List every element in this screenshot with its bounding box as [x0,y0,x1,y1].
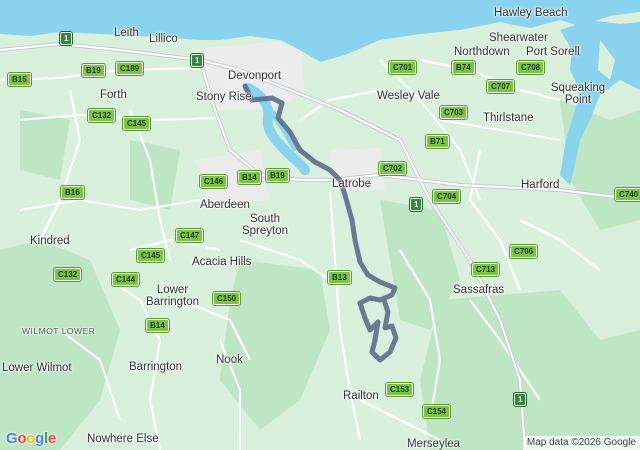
route-shield-c713: C713 [472,263,500,276]
place-squeaking-point: Squeaking Point [550,82,606,106]
route-shield-c189: C189 [116,62,144,75]
place-sassafras: Sassafras [453,284,505,296]
place-shearwater: Shearwater [489,32,548,44]
route-shield-b14: B14 [146,319,169,332]
map-canvas[interactable]: Hawley Beach Leith Lillico Shearwater No… [0,0,640,450]
place-wesley-vale: Wesley Vale [377,90,440,102]
route-shield-b15: B15 [8,73,31,86]
route-shield-c153: C153 [386,383,414,396]
route-shield-c703: C703 [440,106,468,119]
route-shield-c145: C145 [123,117,151,130]
route-shield-c704: C704 [433,190,461,203]
route-shield-c132: C132 [88,109,116,122]
place-hawley-beach: Hawley Beach [494,7,568,19]
route-shield-b16: B16 [61,186,84,199]
place-lower-barrington: Lower Barrington [145,284,200,308]
route-shield-1: 1 [60,32,73,45]
place-barrington: Barrington [129,361,183,373]
place-acacia-hills: Acacia Hills [192,256,252,268]
route-shield-c702: C702 [379,162,407,175]
place-forth: Forth [100,89,127,101]
place-aberdeen: Aberdeen [200,199,250,211]
route-shield-b19: B19 [266,169,289,182]
route-shield-c707: C707 [487,80,515,93]
route-shield-b13: B13 [328,271,351,284]
place-leith: Leith [114,27,139,39]
route-shield-c706: C706 [510,245,538,258]
route-shield-c147: C147 [176,229,204,242]
route-shield-c146: C146 [200,175,228,188]
place-railton: Railton [343,390,379,402]
place-port-sorell: Port Sorell [526,46,580,58]
place-kindred: Kindred [30,235,70,247]
route-shield-c708: C708 [517,61,545,74]
map-attribution[interactable]: Map data ©2026 Google [522,436,640,450]
place-lillico: Lillico [149,33,178,45]
route-shield-b19: B19 [82,64,105,77]
route-shield-1: 1 [191,54,204,67]
route-shield-c154: C154 [423,405,451,418]
place-devonport: Devonport [228,70,282,82]
google-logo[interactable]: Google [6,430,56,447]
route-shield-b14: B14 [238,171,261,184]
place-nowhere-else: Nowhere Else [87,433,159,445]
route-shield-c150: C150 [213,292,241,305]
place-northdown: Northdown [454,46,510,58]
place-wilmot-lower: WILMOT LOWER [22,326,96,336]
place-thirlstane: Thirlstane [483,112,534,124]
route-shield-1: 1 [410,198,423,211]
route-shield-b71: B71 [426,135,449,148]
place-lower-wilmot: Lower Wilmot [2,362,72,374]
route-shield-c740: C740 [615,188,640,201]
place-merseylea: Merseylea [407,438,461,450]
place-south-spreyton: South Spreyton [241,213,289,237]
route-shield-b74: B74 [452,61,475,74]
route-shield-1: 1 [514,393,527,406]
route-shield-c145: C145 [137,249,165,262]
route-shield-c144: C144 [112,273,140,286]
place-nook: Nook [216,354,243,366]
place-stony-rise: Stony Rise [196,91,252,103]
place-harford: Harford [521,179,560,191]
route-shield-c132: C132 [54,268,82,281]
route-shield-c701: C701 [389,61,417,74]
place-latrobe: Latrobe [332,178,372,190]
